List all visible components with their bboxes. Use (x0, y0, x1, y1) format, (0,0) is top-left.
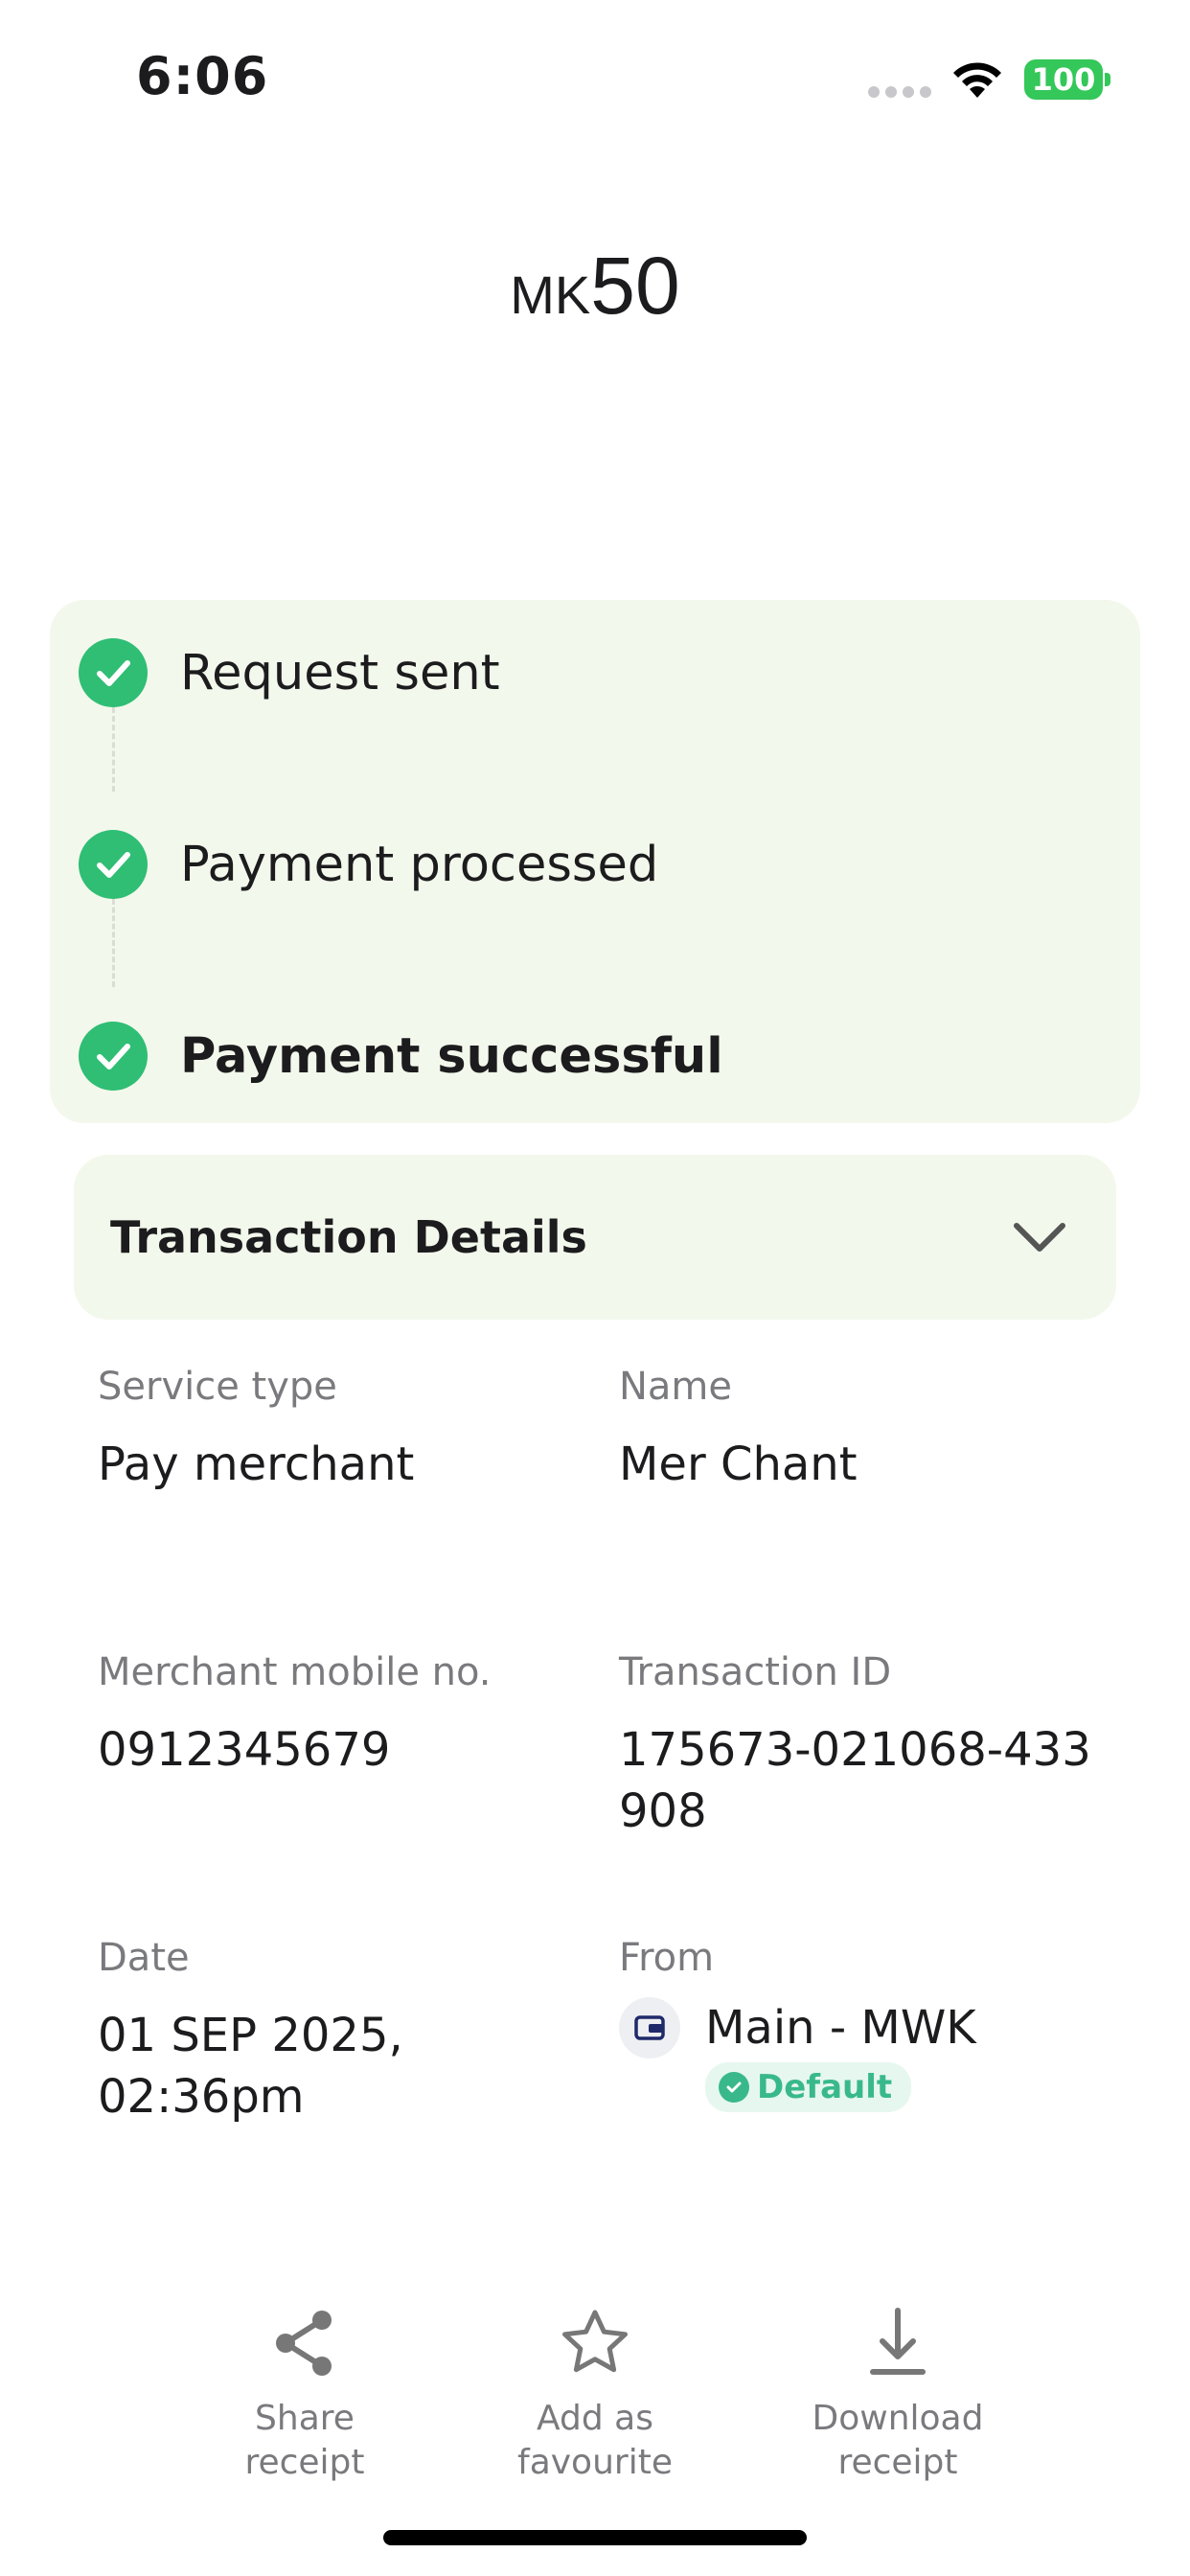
share-icon (276, 2311, 332, 2376)
home-indicator[interactable] (383, 2530, 807, 2545)
receipt-screen: 6:06 100 MK50 Request sent Payment proce… (0, 0, 1190, 2576)
field-name: Name Mer Chant (619, 1365, 1098, 1495)
field-value: Mer Chant (619, 1438, 858, 1491)
action-label: Share receipt (244, 2399, 365, 2482)
field-value: 175673-021068-433908 (619, 1723, 1091, 1838)
status-time: 6:06 (136, 46, 269, 106)
check-icon (719, 2072, 749, 2103)
field-label: Transaction ID (619, 1650, 892, 1694)
field-label: From (619, 1936, 715, 1980)
step-connector (112, 899, 115, 987)
step-payment-processed: Payment processed (79, 830, 658, 899)
battery-icon: 100 (1024, 59, 1110, 100)
field-service-type: Service type Pay merchant (98, 1365, 596, 1495)
step-connector (112, 707, 115, 792)
download-receipt-button[interactable]: Download receipt (773, 2305, 1022, 2485)
field-transaction-id: Transaction ID 175673-021068-433908 (619, 1650, 1098, 1842)
field-label: Merchant mobile no. (98, 1650, 492, 1694)
transaction-details-toggle[interactable]: Transaction Details (74, 1155, 1116, 1320)
check-icon (79, 830, 148, 899)
check-icon (79, 1022, 148, 1091)
account-name: Main - MWK (705, 2001, 976, 2055)
check-icon (79, 638, 148, 707)
field-label: Name (619, 1365, 733, 1409)
step-label: Request sent (180, 644, 500, 702)
field-merchant-mobile: Merchant mobile no. 0912345679 (98, 1650, 596, 1781)
wallet-icon (619, 1997, 680, 2058)
amount-value: 50 (590, 241, 680, 331)
step-payment-successful: Payment successful (79, 1022, 723, 1091)
add-favourite-button[interactable]: Add as favourite (470, 2305, 720, 2485)
cellular-signal-icon (868, 86, 931, 98)
field-value: 0912345679 (98, 1723, 391, 1777)
download-icon (870, 2308, 926, 2375)
chevron-down-icon (1014, 1223, 1065, 1252)
action-label: Add as favourite (517, 2399, 673, 2482)
field-label: Service type (98, 1365, 337, 1409)
field-value: Pay merchant (98, 1438, 415, 1491)
step-request-sent: Request sent (79, 638, 500, 707)
transaction-details-title: Transaction Details (110, 1211, 587, 1263)
source-account: Main - MWK (619, 1997, 1117, 2058)
field-value: 01 SEP 2025, 02:36pm (98, 2009, 403, 2124)
battery-level: 100 (1024, 59, 1103, 100)
wifi-icon (953, 62, 1001, 98)
step-label: Payment successful (180, 1027, 723, 1085)
field-from: From Main - MWK Default (619, 1936, 1117, 2112)
step-label: Payment processed (180, 836, 659, 893)
share-receipt-button[interactable]: Share receipt (180, 2305, 429, 2485)
field-date: Date 01 SEP 2025, 02:36pm (98, 1936, 615, 2128)
star-icon (562, 2310, 628, 2373)
payment-progress-card: Request sent Payment processed Payment s… (50, 600, 1140, 1123)
badge-label: Default (757, 2068, 893, 2106)
field-label: Date (98, 1936, 190, 1980)
amount-currency: MK (510, 264, 591, 325)
transaction-amount: MK50 (0, 240, 1190, 333)
default-badge: Default (705, 2062, 912, 2112)
action-label: Download receipt (812, 2399, 984, 2482)
